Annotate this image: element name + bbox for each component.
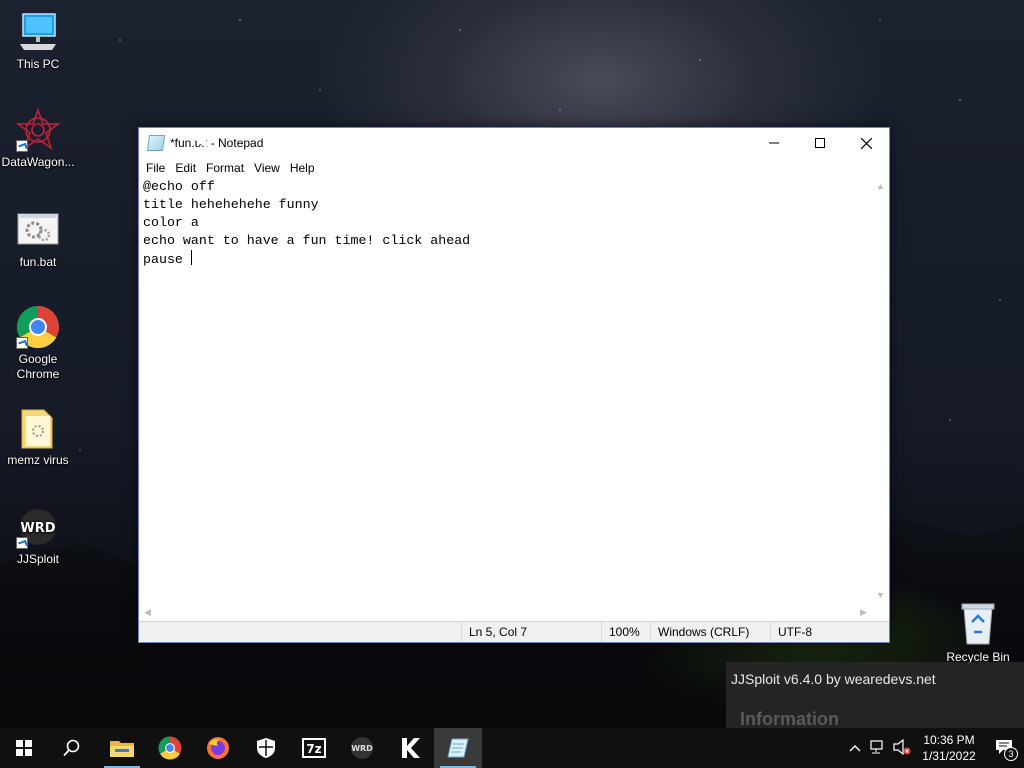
action-center-button[interactable]: 3 [984, 739, 1024, 761]
show-hidden-icons-button[interactable] [844, 741, 866, 755]
desktop-icon-label: This PC [16, 57, 60, 71]
window-title: *fun.txt - Notepad [170, 136, 264, 150]
close-icon [860, 137, 872, 149]
editor-line: color a [143, 215, 199, 230]
folder-icon [16, 406, 60, 450]
notepad-icon [146, 135, 166, 151]
search-button[interactable] [48, 728, 96, 768]
notepad-icon [447, 738, 469, 758]
notepad-window[interactable]: *fun.txt - Notepad File Edit Format View… [138, 127, 890, 643]
menu-format[interactable]: Format [201, 161, 249, 175]
7z-icon: 7z [302, 738, 326, 758]
taskbar-file-explorer[interactable] [98, 728, 146, 768]
svg-text:7z: 7z [306, 742, 321, 756]
k-icon [402, 738, 420, 758]
status-encoding: UTF-8 [770, 622, 812, 642]
notepad-titlebar[interactable]: *fun.txt - Notepad [139, 128, 889, 158]
status-line-ending: Windows (CRLF) [650, 622, 749, 642]
chrome-icon [16, 305, 60, 349]
desktop-icon-label: DataWagon... [1, 155, 75, 169]
maximize-button[interactable] [797, 128, 843, 158]
taskbar-notepad[interactable] [434, 728, 482, 768]
notification-body: Information [740, 709, 839, 729]
desktop-icon-memz-virus[interactable]: memz virus [0, 406, 76, 468]
wrd-logo-icon: WRD [16, 505, 60, 549]
text-caret [190, 250, 192, 265]
desktop-icon-label: fun.bat [19, 255, 57, 269]
menu-file[interactable]: File [141, 161, 170, 175]
taskbar-krnl[interactable] [386, 728, 434, 768]
speaker-muted-icon [893, 738, 911, 755]
minimize-button[interactable] [751, 128, 797, 158]
batch-gears-icon [16, 208, 60, 252]
taskbar-firefox[interactable] [194, 728, 242, 768]
desktop-icon-fun-bat[interactable]: fun.bat [0, 208, 76, 270]
taskbar-jjsploit[interactable]: WRD [338, 728, 386, 768]
menu-bar: File Edit Format View Help [139, 158, 889, 178]
status-bar: Ln 5, Col 7 100% Windows (CRLF) UTF-8 [139, 621, 889, 642]
scroll-right-icon[interactable]: ▶ [855, 604, 872, 621]
status-zoom: 100% [601, 622, 640, 642]
system-tray: 10:36 PM 1/31/2022 3 [844, 728, 1024, 768]
shield-icon [257, 738, 275, 758]
monitor-icon [16, 10, 60, 54]
menu-edit[interactable]: Edit [170, 161, 201, 175]
editor-line: @echo off [143, 179, 215, 194]
taskbar-chrome[interactable] [146, 728, 194, 768]
desktop-icon-recycle-bin[interactable]: Recycle Bin [940, 600, 1016, 664]
menu-view[interactable]: View [249, 161, 285, 175]
wrd-logo-icon: WRD [351, 737, 373, 759]
clock[interactable]: 10:36 PM 1/31/2022 [914, 732, 984, 764]
horizontal-scrollbar[interactable]: ◀ ▶ [139, 604, 872, 621]
start-button[interactable] [0, 728, 48, 768]
clock-time: 10:36 PM [923, 733, 975, 747]
recycle-bin-icon [956, 600, 1000, 646]
windows-icon [16, 740, 32, 756]
svg-text:WRD: WRD [20, 521, 55, 536]
scroll-up-icon[interactable]: ▲ [872, 178, 889, 195]
editor-line: echo want to have a fun time! click ahea… [143, 233, 471, 248]
status-position: Ln 5, Col 7 [461, 622, 527, 642]
scroll-down-icon[interactable]: ▼ [872, 587, 889, 604]
clock-date: 1/31/2022 [922, 749, 976, 763]
notification-toast[interactable]: JJSploit v6.4.0 by wearedevs.net Informa… [726, 662, 1024, 729]
taskbar-7zip[interactable]: 7z [290, 728, 338, 768]
close-button[interactable] [843, 128, 889, 158]
menu-help[interactable]: Help [285, 161, 320, 175]
notification-count-badge: 3 [1004, 746, 1018, 761]
desktop-icon-google-chrome[interactable]: Google Chrome [0, 305, 76, 382]
network-button[interactable] [866, 739, 890, 757]
network-icon [870, 739, 883, 753]
desktop-icon-label: Google Chrome [16, 352, 60, 381]
chrome-icon [158, 736, 182, 760]
desktop-icon-datawagon[interactable]: DataWagon... [0, 107, 76, 170]
taskbar-windows-security[interactable] [242, 728, 290, 768]
search-icon [63, 739, 80, 757]
svg-text:WRD: WRD [351, 744, 373, 753]
taskbar: 7z WRD 10:36 PM 1/31/2022 3 [0, 728, 1024, 768]
maximize-icon [815, 138, 825, 148]
scroll-left-icon[interactable]: ◀ [139, 604, 156, 621]
folder-icon [110, 741, 134, 757]
text-editor[interactable]: @echo off title hehehehehe funny color a ec… [139, 178, 872, 604]
volume-button[interactable] [890, 738, 914, 758]
desktop-icon-this-pc[interactable]: This PC [0, 10, 76, 72]
notification-title: JJSploit v6.4.0 by wearedevs.net [731, 671, 936, 687]
firefox-icon [207, 737, 229, 759]
vertical-scrollbar[interactable]: ▲ ▼ [872, 178, 889, 604]
chevron-up-icon [849, 745, 861, 752]
desktop-icon-label: JJSploit [16, 552, 60, 566]
red-star-icon [15, 107, 61, 152]
editor-line: pause [143, 252, 191, 267]
minimize-icon [769, 142, 779, 144]
editor-line-current: pause [143, 250, 868, 269]
editor-line: title hehehehehe funny [143, 197, 319, 212]
desktop-icon-label: memz virus [7, 453, 69, 467]
desktop-icon-jjsploit[interactable]: WRD JJSploit [0, 505, 76, 567]
